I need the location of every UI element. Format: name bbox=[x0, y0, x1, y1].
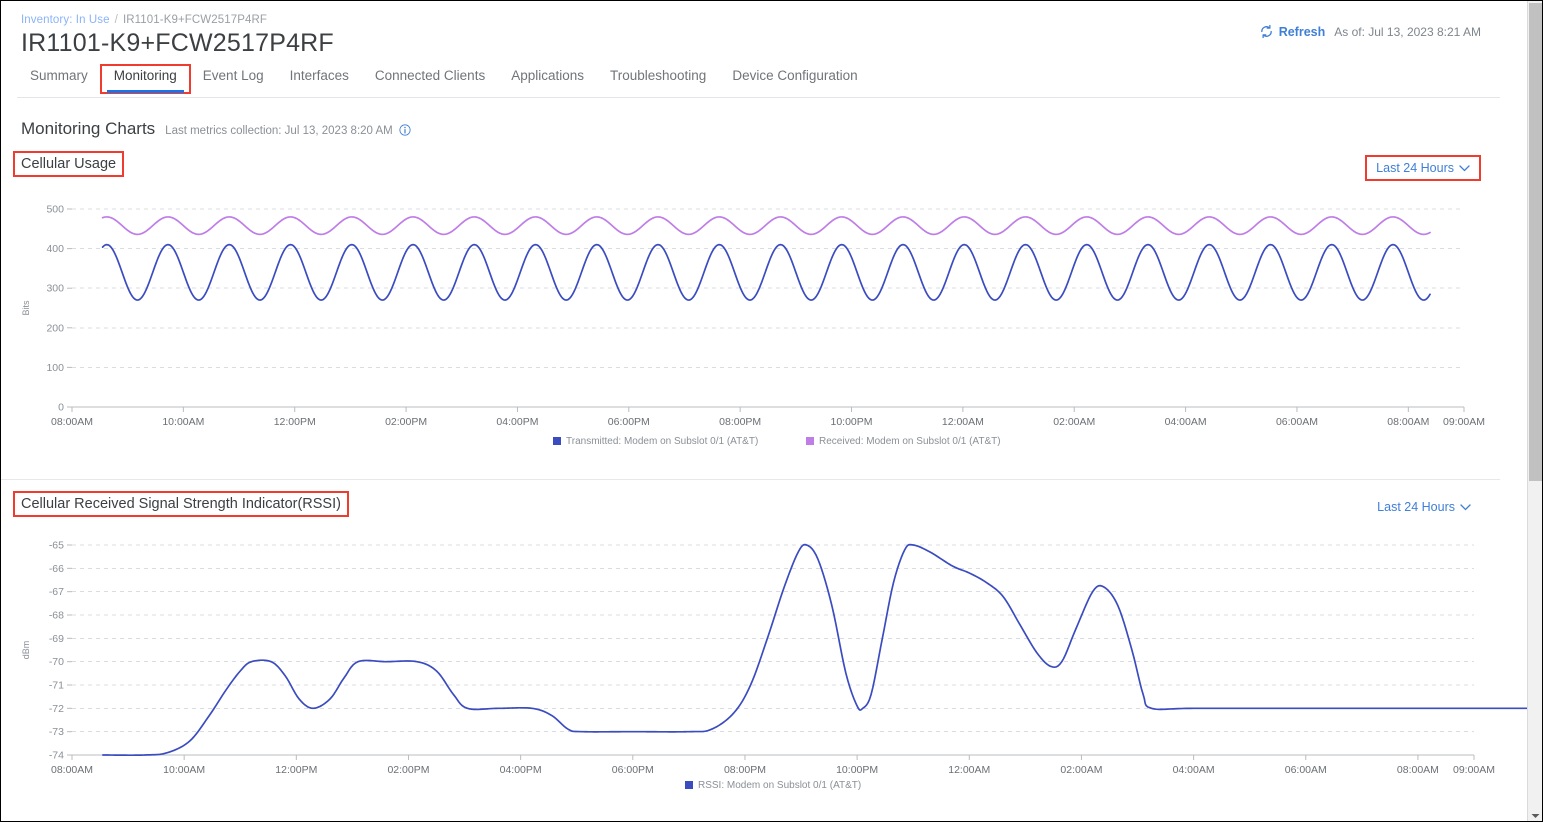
svg-text:10:00PM: 10:00PM bbox=[831, 416, 873, 428]
svg-text:08:00AM: 08:00AM bbox=[1387, 416, 1429, 428]
cellular-usage-range-picker[interactable]: Last 24 Hours bbox=[1365, 155, 1481, 181]
page-content: Inventory: In Use / IR1101-K9+FCW2517P4RF … bbox=[1, 1, 1529, 821]
info-icon[interactable] bbox=[393, 121, 411, 139]
svg-text:12:00PM: 12:00PM bbox=[274, 416, 316, 428]
chevron-down-icon-svg bbox=[1460, 504, 1471, 511]
svg-text:02:00AM: 02:00AM bbox=[1053, 416, 1095, 428]
svg-text:100: 100 bbox=[46, 362, 64, 374]
svg-text:10:00AM: 10:00AM bbox=[163, 764, 205, 776]
svg-text:-67: -67 bbox=[49, 586, 64, 598]
svg-text:04:00PM: 04:00PM bbox=[496, 416, 538, 428]
last-metrics-collection: Last metrics collection: Jul 13, 2023 8:… bbox=[165, 125, 393, 137]
tab-summary[interactable]: Summary bbox=[17, 65, 101, 93]
tab-interfaces[interactable]: Interfaces bbox=[277, 65, 362, 93]
svg-text:12:00AM: 12:00AM bbox=[948, 764, 990, 776]
tab-connected-clients[interactable]: Connected Clients bbox=[362, 65, 498, 93]
monitoring-charts-title: Monitoring Charts bbox=[21, 119, 156, 138]
svg-text:10:00AM: 10:00AM bbox=[162, 416, 204, 428]
cellular-usage-title: Cellular Usage bbox=[12, 151, 125, 177]
svg-text:04:00AM: 04:00AM bbox=[1165, 416, 1207, 428]
cellular-usage-header: Cellular Usage Last 24 Hours bbox=[1, 151, 1529, 183]
refresh-button-label[interactable]: Refresh bbox=[1279, 25, 1326, 39]
scrollbar-thumb[interactable] bbox=[1529, 3, 1542, 481]
svg-text:06:00PM: 06:00PM bbox=[612, 764, 654, 776]
svg-text:08:00AM: 08:00AM bbox=[51, 416, 93, 428]
tab-monitoring[interactable]: Monitoring bbox=[99, 64, 191, 94]
refresh-icon-svg bbox=[1260, 24, 1272, 39]
breadcrumb-root-link[interactable]: Inventory: In Use bbox=[21, 14, 110, 26]
svg-text:12:00AM: 12:00AM bbox=[942, 416, 984, 428]
svg-text:08:00PM: 08:00PM bbox=[724, 764, 766, 776]
cellular-rssi-plot: -74 -73 -72 -71 -70 -69 -68 -67 -66 -65 08:00AM 10:… bbox=[21, 540, 1529, 791]
chart-cellular-rssi: Cellular Received Signal Strength Indica… bbox=[1, 491, 1529, 797]
svg-text:02:00AM: 02:00AM bbox=[1060, 764, 1102, 776]
tab-troubleshooting[interactable]: Troubleshooting bbox=[597, 65, 719, 93]
svg-text:02:00PM: 02:00PM bbox=[385, 416, 427, 428]
svg-text:500: 500 bbox=[46, 204, 64, 216]
svg-text:09:00AM: 09:00AM bbox=[1443, 416, 1485, 428]
tab-device-configuration[interactable]: Device Configuration bbox=[719, 65, 870, 93]
svg-text:04:00PM: 04:00PM bbox=[500, 764, 542, 776]
svg-text:-66: -66 bbox=[49, 563, 64, 575]
info-icon-svg bbox=[399, 124, 411, 136]
svg-text:-69: -69 bbox=[49, 633, 64, 645]
svg-text:200: 200 bbox=[46, 322, 64, 334]
svg-text:0: 0 bbox=[58, 402, 64, 414]
svg-text:08:00AM: 08:00AM bbox=[1397, 764, 1439, 776]
svg-text:06:00AM: 06:00AM bbox=[1276, 416, 1318, 428]
refresh-cluster: Refresh As of: Jul 13, 2023 8:21 AM bbox=[1259, 24, 1481, 39]
svg-text:-72: -72 bbox=[49, 703, 64, 715]
svg-text:-74: -74 bbox=[49, 750, 64, 762]
vertical-scrollbar[interactable] bbox=[1527, 1, 1542, 821]
breadcrumb: Inventory: In Use / IR1101-K9+FCW2517P4RF bbox=[21, 14, 267, 26]
chevron-down-icon-svg bbox=[1459, 165, 1470, 172]
svg-text:400: 400 bbox=[46, 243, 64, 255]
svg-text:06:00AM: 06:00AM bbox=[1285, 764, 1327, 776]
monitoring-charts-header: Monitoring Charts Last metrics collectio… bbox=[21, 119, 411, 139]
cellular-rssi-range-picker[interactable]: Last 24 Hours bbox=[1377, 500, 1471, 514]
chevron-down-icon bbox=[1460, 500, 1471, 514]
chart-section-divider bbox=[1, 479, 1500, 480]
scroll-down-arrow-icon[interactable] bbox=[1528, 808, 1542, 821]
tab-bar-divider bbox=[17, 97, 1500, 98]
breadcrumb-current: IR1101-K9+FCW2517P4RF bbox=[122, 14, 268, 26]
as-of-timestamp: As of: Jul 13, 2023 8:21 AM bbox=[1334, 24, 1481, 39]
svg-text:08:00AM: 08:00AM bbox=[51, 764, 93, 776]
svg-text:-70: -70 bbox=[49, 656, 64, 668]
svg-text:09:00AM: 09:00AM bbox=[1453, 764, 1495, 776]
cellular-rssi-header: Cellular Received Signal Strength Indica… bbox=[1, 491, 1529, 523]
cellular-usage-range-label: Last 24 Hours bbox=[1376, 161, 1454, 175]
chevron-down-icon bbox=[1459, 161, 1470, 175]
svg-text:Received: Modem on Subslot 0/1: Received: Modem on Subslot 0/1 (AT&T) bbox=[819, 436, 1001, 447]
svg-text:12:00PM: 12:00PM bbox=[275, 764, 317, 776]
svg-text:08:00PM: 08:00PM bbox=[719, 416, 761, 428]
chart-cellular-usage: Cellular Usage Last 24 Hours 0 100 200 300 4… bbox=[1, 151, 1529, 457]
cellular-usage-plot: 0 100 200 300 400 500 08:00AM 10:00AM 12:00PM 02:… bbox=[21, 204, 1485, 448]
browser-window: Inventory: In Use / IR1101-K9+FCW2517P4RF … bbox=[0, 0, 1543, 822]
svg-text:06:00PM: 06:00PM bbox=[608, 416, 650, 428]
svg-text:300: 300 bbox=[46, 283, 64, 295]
tab-applications[interactable]: Applications bbox=[498, 65, 597, 93]
svg-text:02:00PM: 02:00PM bbox=[387, 764, 429, 776]
svg-text:-65: -65 bbox=[49, 540, 64, 552]
svg-text:RSSI: Modem on Subslot 0/1 (AT: RSSI: Modem on Subslot 0/1 (AT&T) bbox=[698, 780, 861, 791]
refresh-icon[interactable] bbox=[1259, 24, 1279, 39]
cellular-rssi-range-label: Last 24 Hours bbox=[1377, 500, 1455, 514]
svg-text:Transmitted: Modem on Subslot: Transmitted: Modem on Subslot 0/1 (AT&T) bbox=[566, 436, 758, 447]
svg-text:-68: -68 bbox=[49, 610, 64, 622]
cellular-rssi-title: Cellular Received Signal Strength Indica… bbox=[13, 491, 349, 517]
tab-event-log[interactable]: Event Log bbox=[190, 65, 277, 93]
tab-bar: Summary Monitoring Event Log Interfaces … bbox=[17, 64, 871, 96]
page-title: IR1101-K9+FCW2517P4RF bbox=[21, 29, 334, 57]
scroll-down-arrow-icon-svg bbox=[1531, 813, 1540, 818]
svg-text:dBm: dBm bbox=[21, 641, 31, 660]
svg-text:-73: -73 bbox=[49, 726, 64, 738]
svg-text:10:00PM: 10:00PM bbox=[836, 764, 878, 776]
svg-text:-71: -71 bbox=[49, 680, 64, 692]
breadcrumb-separator: / bbox=[114, 14, 118, 26]
svg-text:04:00AM: 04:00AM bbox=[1173, 764, 1215, 776]
svg-text:Bits: Bits bbox=[21, 300, 31, 316]
